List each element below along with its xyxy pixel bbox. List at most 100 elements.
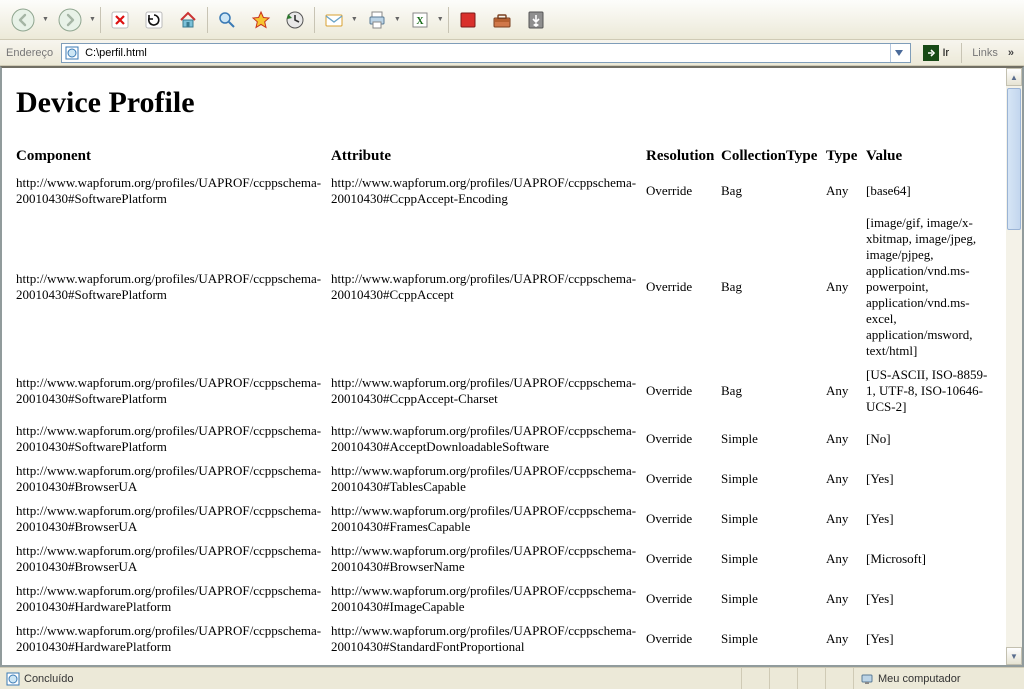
history-button[interactable] [280,5,310,35]
toolbar-separator [448,7,449,33]
forward-button[interactable] [53,3,87,37]
table-cell: http://www.wapforum.org/profiles/UAPROF/… [331,419,646,459]
table-header: CollectionType [721,144,826,171]
go-label: Ir [942,47,949,59]
table-cell: Simple [721,539,826,579]
table-cell: [image/gif, image/x-xbitmap, image/jpeg,… [866,211,992,363]
table-cell: Any [826,579,866,619]
table-row: http://www.wapforum.org/profiles/UAPROF/… [16,499,992,539]
go-arrow-icon [923,45,939,61]
table-cell: Any [826,539,866,579]
table-cell: Bag [721,363,826,419]
done-icon [6,672,20,686]
address-label: Endereço [6,47,55,59]
table-cell: Override [646,419,721,459]
page-body: Device Profile ComponentAttributeResolut… [2,68,1006,665]
refresh-button[interactable] [139,5,169,35]
table-row: http://www.wapforum.org/profiles/UAPROF/… [16,579,992,619]
table-cell: Override [646,579,721,619]
table-cell: http://www.wapforum.org/profiles/UAPROF/… [331,659,646,665]
favorites-button[interactable] [246,5,276,35]
go-button[interactable]: Ir [917,43,955,63]
table-cell: Override [646,659,721,665]
table-cell: Override [646,619,721,659]
status-bar: Concluído Meu computador [0,667,1024,689]
table-cell: [base64] [866,171,992,211]
table-cell: [US-ASCII, ISO-8859-1, UTF-8, ISO-10646-… [866,363,992,419]
table-cell: Simple [721,459,826,499]
forward-dropdown[interactable]: ▼ [89,16,96,23]
table-cell: Override [646,171,721,211]
content-frame: Device Profile ComponentAttributeResolut… [0,66,1024,667]
table-cell: Simple [721,619,826,659]
table-cell: Any [826,459,866,499]
table-cell: http://www.wapforum.org/profiles/UAPROF/… [16,211,331,363]
table-cell: http://www.wapforum.org/profiles/UAPROF/… [331,459,646,499]
table-cell: Any [826,659,866,665]
table-cell: [Microsoft] [866,659,992,665]
status-done-cell: Concluído [0,668,742,689]
table-cell: Simple [721,659,826,665]
table-header: Resolution [646,144,721,171]
red-square-button[interactable] [453,5,483,35]
scroll-down-button[interactable]: ▼ [1006,647,1022,665]
table-header: Value [866,144,992,171]
page-title: Device Profile [16,86,992,120]
toolbar-separator [314,7,315,33]
status-done-label: Concluído [24,673,74,685]
addressbar-separator [961,43,962,63]
table-cell: http://www.wapforum.org/profiles/UAPROF/… [16,419,331,459]
address-input[interactable] [83,46,890,60]
table-cell: [Yes] [866,619,992,659]
back-button[interactable] [6,3,40,37]
address-dropdown[interactable] [890,44,907,62]
scroll-track[interactable] [1006,86,1022,647]
table-cell: Simple [721,579,826,619]
table-cell: http://www.wapforum.org/profiles/UAPROF/… [16,363,331,419]
table-row: http://www.wapforum.org/profiles/UAPROF/… [16,211,992,363]
edit-button[interactable]: X [405,5,435,35]
downloads-button[interactable] [521,5,551,35]
table-cell: http://www.wapforum.org/profiles/UAPROF/… [16,459,331,499]
table-cell: http://www.wapforum.org/profiles/UAPROF/… [16,539,331,579]
vertical-scrollbar[interactable]: ▲ ▼ [1006,68,1022,665]
status-empty-1 [742,668,770,689]
profile-table: ComponentAttributeResolutionCollectionTy… [16,144,992,665]
table-cell: http://www.wapforum.org/profiles/UAPROF/… [331,619,646,659]
table-cell: Any [826,619,866,659]
address-bar: Endereço Ir Links » [0,40,1024,66]
back-dropdown[interactable]: ▼ [42,16,49,23]
table-row: http://www.wapforum.org/profiles/UAPROF/… [16,459,992,499]
links-overflow-icon[interactable]: » [1008,47,1018,59]
table-cell: [Yes] [866,579,992,619]
print-button[interactable] [362,5,392,35]
mail-dropdown[interactable]: ▼ [351,16,358,23]
toolbox-button[interactable] [487,5,517,35]
table-cell: http://www.wapforum.org/profiles/UAPROF/… [331,579,646,619]
scroll-thumb[interactable] [1007,88,1021,230]
print-dropdown[interactable]: ▼ [394,16,401,23]
search-button[interactable] [212,5,242,35]
table-row: http://www.wapforum.org/profiles/UAPROF/… [16,419,992,459]
address-field-wrap[interactable] [61,43,911,63]
stop-button[interactable] [105,5,135,35]
table-cell: [Yes] [866,459,992,499]
zone-icon [860,672,874,686]
links-label: Links [968,47,1002,59]
table-cell: Override [646,499,721,539]
mail-button[interactable] [319,5,349,35]
table-row: http://www.wapforum.org/profiles/UAPROF/… [16,659,992,665]
toolbar-separator [207,7,208,33]
table-row: http://www.wapforum.org/profiles/UAPROF/… [16,363,992,419]
table-row: http://www.wapforum.org/profiles/UAPROF/… [16,539,992,579]
table-cell: http://www.wapforum.org/profiles/UAPROF/… [16,579,331,619]
home-button[interactable] [173,5,203,35]
table-cell: Simple [721,499,826,539]
edit-dropdown[interactable]: ▼ [437,16,444,23]
table-cell: http://www.wapforum.org/profiles/UAPROF/… [331,539,646,579]
status-empty-2 [770,668,798,689]
scroll-up-button[interactable]: ▲ [1006,68,1022,86]
table-cell: Bag [721,211,826,363]
table-cell: Any [826,363,866,419]
table-row: http://www.wapforum.org/profiles/UAPROF/… [16,171,992,211]
